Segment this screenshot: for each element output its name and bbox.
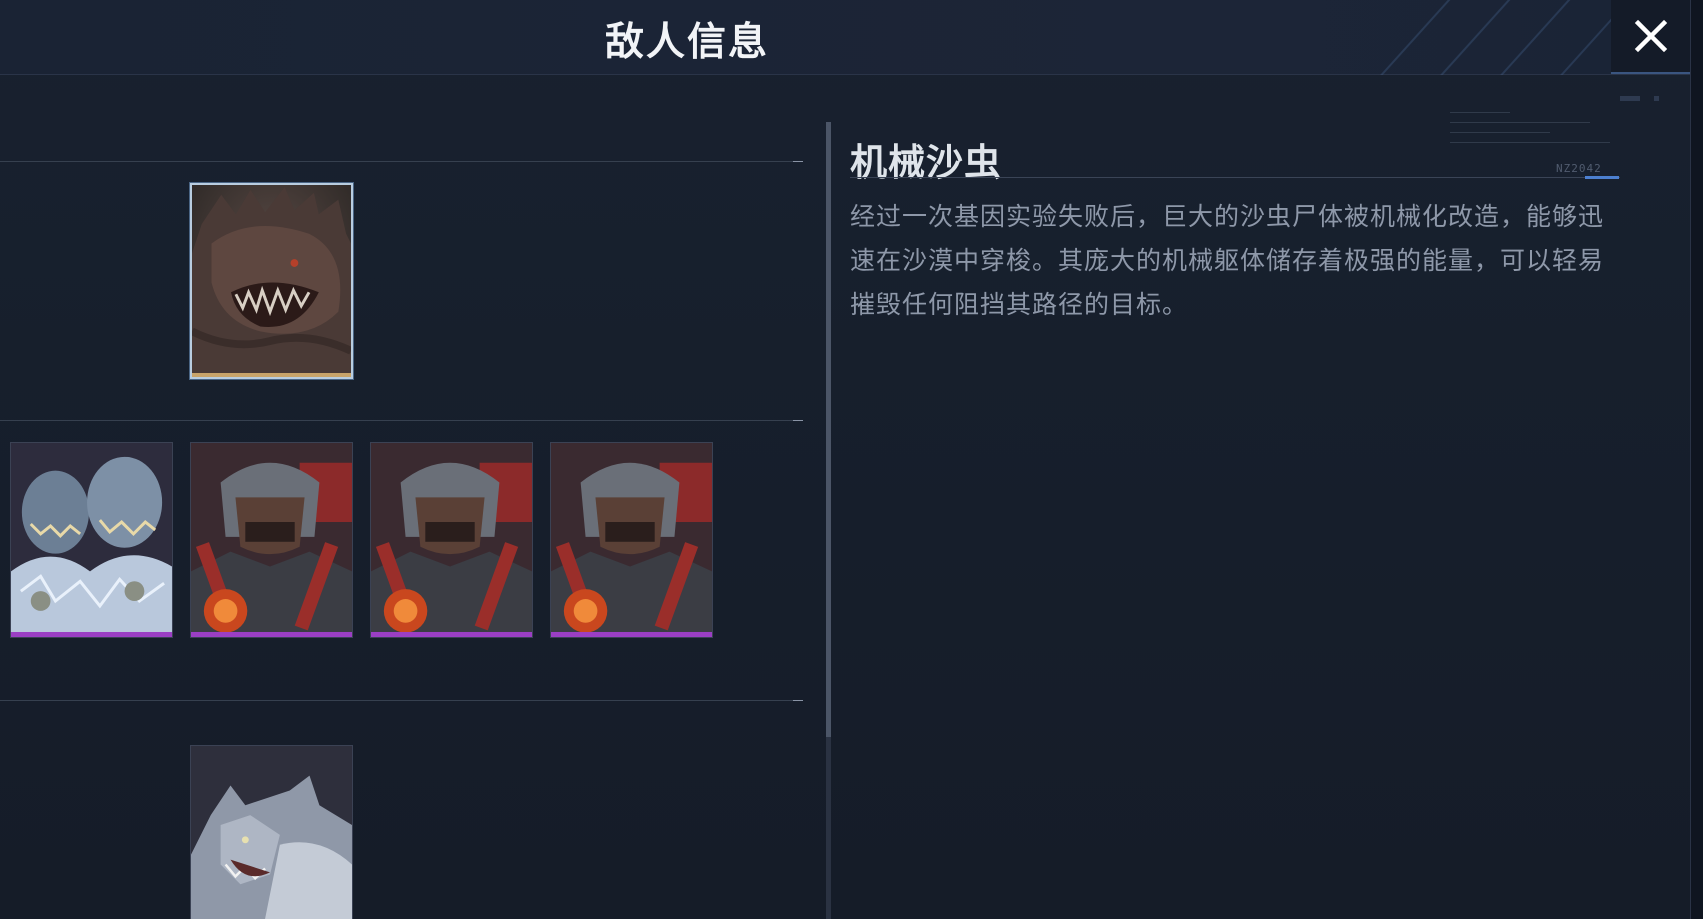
section-divider: [0, 161, 803, 162]
enemy-card-mech-soldier[interactable]: [550, 442, 713, 638]
header-bar: 敌人信息: [0, 0, 1703, 75]
close-button[interactable]: [1611, 0, 1691, 74]
enemy-card-mech-soldier[interactable]: [190, 442, 353, 638]
rarity-bar: [11, 632, 172, 637]
rarity-bar: [551, 632, 712, 637]
enemy-list-panel[interactable]: [0, 75, 820, 919]
enemy-card-mech-sandworm[interactable]: [190, 183, 353, 379]
name-underline: [850, 177, 1620, 178]
enemy-detail-panel: 机械沙虫 NZ2042 经过一次基因实验失败后，巨大的沙虫尸体被机械化改造，能够…: [850, 112, 1620, 919]
list-scrollbar[interactable]: [826, 122, 831, 919]
enemy-card-mech-soldier[interactable]: [370, 442, 533, 638]
name-underline-accent: [1585, 176, 1619, 179]
frost-ogre-portrait: [11, 443, 172, 637]
decorative-text-lines: [1450, 112, 1630, 162]
section-divider: [0, 420, 803, 421]
close-icon: [1634, 19, 1668, 53]
enemy-code: NZ2042: [1556, 162, 1602, 175]
mech-soldier-portrait: [371, 443, 532, 637]
enemy-card-frost-ogre[interactable]: [10, 442, 173, 638]
rarity-bar: [192, 373, 351, 377]
right-edge-frame: [1690, 0, 1703, 919]
page-indicator-dash: [1620, 96, 1640, 101]
enemy-description: 经过一次基因实验失败后，巨大的沙虫尸体被机械化改造，能够迅速在沙漠中穿梭。其庞大…: [850, 202, 1605, 319]
page-title: 敌人信息: [605, 20, 770, 65]
mech-soldier-portrait: [191, 443, 352, 637]
rarity-bar: [371, 632, 532, 637]
page-indicator-dot: [1654, 96, 1659, 101]
enemy-card-grey-wolf[interactable]: [190, 745, 353, 919]
sandworm-portrait: [192, 185, 351, 377]
enemy-info-screen: 敌人信息 机械沙虫 NZ2042 经过一次基因实验失败后，巨大的沙虫尸体被机械化…: [0, 0, 1703, 919]
header-decoration: [1343, 0, 1623, 75]
rarity-bar: [191, 632, 352, 637]
grey-wolf-portrait: [191, 746, 352, 919]
scrollbar-thumb[interactable]: [826, 122, 831, 737]
section-divider: [0, 700, 803, 701]
mech-soldier-portrait: [551, 443, 712, 637]
